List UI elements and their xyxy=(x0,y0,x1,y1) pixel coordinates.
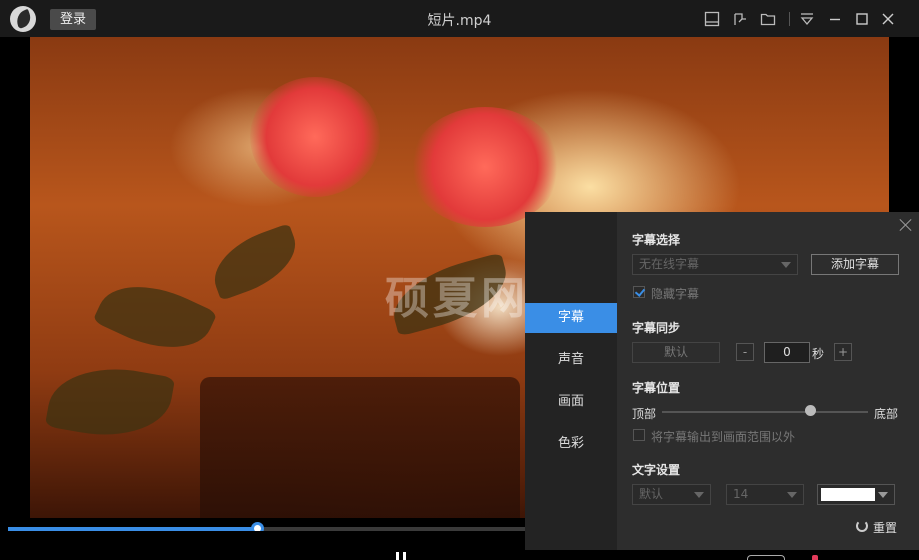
position-slider-track[interactable] xyxy=(662,411,868,413)
position-slider-handle[interactable] xyxy=(805,405,817,416)
video-watermark: 硕夏网 xyxy=(385,273,529,324)
player-window: 登录 短片.mp4 硕夏网 字幕 声音 画面 色彩 字幕选择 无在线字幕 添加字… xyxy=(0,0,919,560)
flower-pot-shape xyxy=(200,377,520,518)
folder-icon[interactable] xyxy=(759,10,777,28)
sync-unit-label: 秒 xyxy=(812,347,825,361)
titlebar-divider xyxy=(789,12,790,26)
chevron-down-icon xyxy=(781,262,791,268)
subtitle-sync-title: 字幕同步 xyxy=(632,321,681,335)
sync-offset-input[interactable]: 0 xyxy=(764,342,810,363)
tab-picture[interactable]: 画面 xyxy=(525,387,617,417)
font-color-swatch xyxy=(821,488,875,501)
hide-subtitle-label: 隐藏字幕 xyxy=(651,287,700,301)
position-bottom-label: 底部 xyxy=(874,407,899,421)
leaf-shape xyxy=(92,266,218,368)
sync-plus-button[interactable]: + xyxy=(834,343,852,361)
tab-subtitle[interactable]: 字幕 xyxy=(525,303,617,333)
font-dropdown[interactable]: 默认 xyxy=(632,484,711,505)
text-settings-title: 文字设置 xyxy=(632,463,681,477)
tab-color[interactable]: 色彩 xyxy=(525,429,617,459)
chevron-down-icon xyxy=(787,492,797,498)
title-bar: 登录 短片.mp4 xyxy=(0,0,919,37)
subtitle-position-title: 字幕位置 xyxy=(632,381,681,395)
control-dot-icon[interactable] xyxy=(812,555,818,560)
settings-nav: 字幕 声音 画面 色彩 xyxy=(525,212,617,550)
layout-icon[interactable] xyxy=(703,10,721,28)
add-subtitle-button[interactable]: 添加字幕 xyxy=(811,254,899,275)
close-icon[interactable] xyxy=(879,10,897,28)
panel-close-icon[interactable] xyxy=(899,218,913,232)
output-outside-label: 将字幕输出到画面范围以外 xyxy=(651,430,796,444)
sync-default-button[interactable]: 默认 xyxy=(632,342,720,363)
hide-subtitle-checkbox[interactable] xyxy=(633,286,645,298)
leaf-shape xyxy=(204,223,306,301)
chevron-down-icon xyxy=(694,492,704,498)
control-pill-icon[interactable] xyxy=(747,555,785,560)
font-size-dropdown[interactable]: 14 xyxy=(726,484,804,505)
pause-icon[interactable] xyxy=(396,552,410,560)
sync-minus-button[interactable]: - xyxy=(736,343,754,361)
font-dropdown-value: 默认 xyxy=(639,487,664,501)
menu-icon[interactable] xyxy=(798,10,816,28)
reset-button[interactable]: 重置 xyxy=(873,519,897,536)
output-outside-checkbox[interactable] xyxy=(633,429,645,441)
maximize-icon[interactable] xyxy=(853,10,871,28)
subtitle-dropdown[interactable]: 无在线字幕 xyxy=(632,254,798,275)
minimize-icon[interactable] xyxy=(826,10,844,28)
position-top-label: 顶部 xyxy=(632,407,657,421)
tab-audio[interactable]: 声音 xyxy=(525,345,617,375)
subtitle-dropdown-value: 无在线字幕 xyxy=(639,257,700,271)
font-color-dropdown[interactable] xyxy=(817,484,895,505)
flower-shape xyxy=(250,77,380,197)
chevron-down-icon xyxy=(878,492,888,498)
subtitle-select-title: 字幕选择 xyxy=(632,233,681,247)
window-title: 短片.mp4 xyxy=(427,13,492,29)
reset-icon[interactable] xyxy=(856,520,868,532)
pin-icon[interactable] xyxy=(731,10,749,28)
leaf-shape xyxy=(44,357,176,447)
flower-shape xyxy=(410,107,560,227)
font-size-value: 14 xyxy=(733,487,749,501)
